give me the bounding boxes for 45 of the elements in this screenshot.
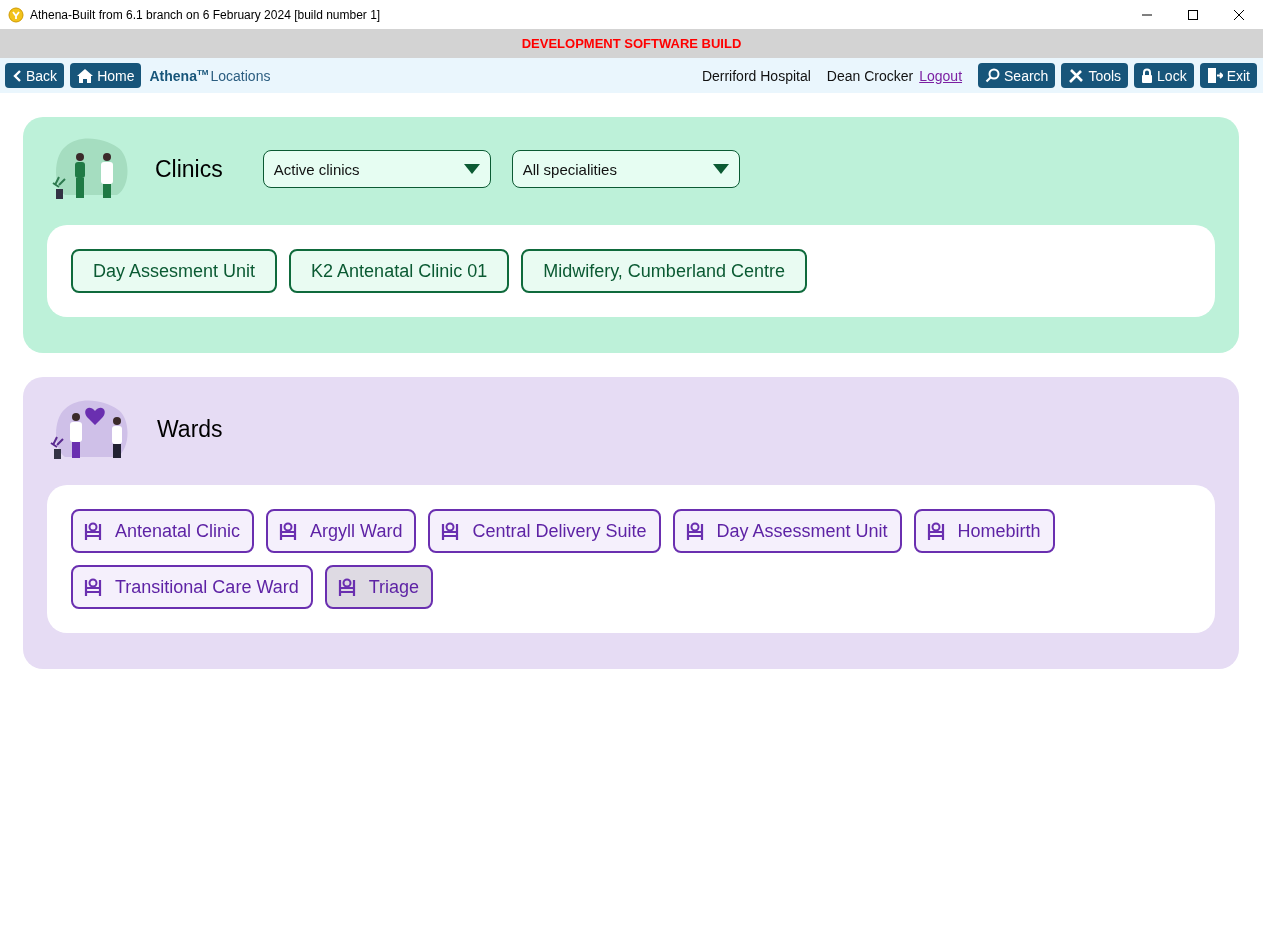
ward-button[interactable]: Day Assessment Unit: [672, 509, 902, 553]
bed-icon: [83, 577, 103, 597]
bed-icon: [440, 521, 461, 541]
app-name: Athena$^{TM}$: [149, 67, 209, 84]
bed-icon: [925, 521, 946, 541]
tools-icon: [1068, 67, 1085, 84]
home-button[interactable]: Home: [70, 63, 142, 88]
search-icon: [985, 68, 1001, 83]
chevron-left-icon: [12, 68, 22, 83]
ward-button[interactable]: Central Delivery Suite: [428, 509, 661, 553]
filter-dropdown[interactable]: Active clinics: [262, 150, 491, 188]
ward-button[interactable]: Antenatal Clinic: [71, 509, 255, 553]
wards-title: Wards: [157, 415, 223, 443]
clinic-button[interactable]: K2 Antenatal Clinic 01: [289, 249, 510, 293]
bed-icon: [684, 521, 705, 541]
close-icon[interactable]: [1233, 8, 1245, 21]
clinic-button[interactable]: Day Assesment Unit: [71, 249, 278, 293]
search-button[interactable]: Search: [978, 63, 1056, 88]
dropdown-arrow-icon: [712, 164, 729, 174]
filter-dropdown[interactable]: All specialities: [511, 150, 740, 188]
bed-icon: [83, 521, 103, 541]
ward-button[interactable]: Argyll Ward: [266, 509, 417, 553]
app-logo-icon: [8, 6, 24, 23]
tools-button[interactable]: Tools: [1061, 63, 1129, 88]
maximize-icon[interactable]: [1187, 8, 1199, 21]
exit-button[interactable]: Exit: [1199, 63, 1257, 88]
dropdown-arrow-icon: [463, 164, 480, 174]
window-title: Athena-Built from 6.1 branch on 6 February 2024 [build number 1]: [30, 7, 381, 22]
clinic-button[interactable]: Midwifery, Cumberland Centre: [521, 249, 807, 293]
hospital-name: Derriford Hospital: [701, 67, 811, 84]
bed-icon: [336, 577, 357, 597]
back-button[interactable]: Back: [5, 63, 65, 88]
home-icon: [77, 68, 94, 83]
ward-button[interactable]: Homebirth: [913, 509, 1055, 553]
development-build-text: DEVELOPMENT SOFTWARE BUILD: [521, 36, 742, 51]
ward-button[interactable]: Triage: [324, 565, 434, 609]
lock-button[interactable]: Lock: [1134, 63, 1194, 88]
user-name: Dean Crocker: [826, 67, 914, 84]
lock-icon: [1141, 68, 1154, 83]
ward-button[interactable]: Transitional Care Ward: [71, 565, 313, 609]
logout-link[interactable]: Logout: [919, 67, 963, 84]
clinics-title: Clinics: [155, 155, 223, 183]
bed-icon: [278, 521, 299, 541]
exit-icon: [1206, 68, 1223, 83]
page-title: Locations: [210, 67, 271, 84]
